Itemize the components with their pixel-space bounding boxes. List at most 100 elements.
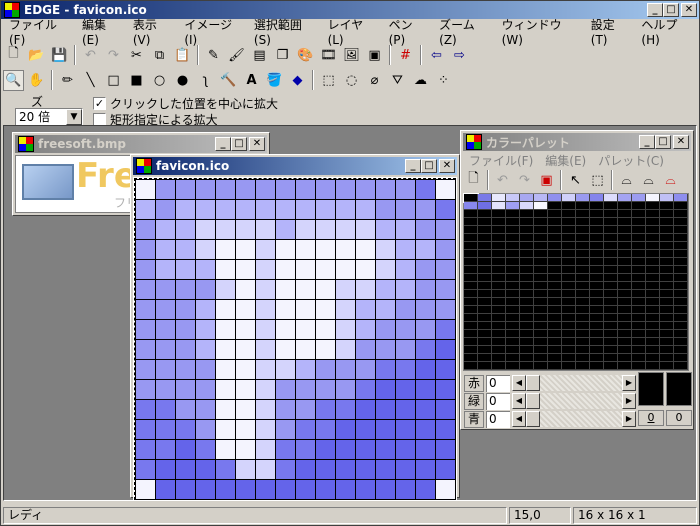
pixel-cell[interactable]: [376, 180, 396, 200]
palette-swatch[interactable]: [632, 306, 646, 314]
pixel-cell[interactable]: [296, 320, 316, 340]
palette-swatch[interactable]: [534, 218, 548, 226]
palette-swatch[interactable]: [548, 210, 562, 218]
palette-swatch[interactable]: [492, 338, 506, 346]
pixel-cell[interactable]: [336, 340, 356, 360]
palette-swatch[interactable]: [576, 330, 590, 338]
palette-swatch[interactable]: [506, 218, 520, 226]
palette-swatch[interactable]: [520, 274, 534, 282]
pixel-cell[interactable]: [236, 360, 256, 380]
palette-swatch[interactable]: [618, 282, 632, 290]
palette-swatch[interactable]: [506, 330, 520, 338]
palette-swatch[interactable]: [674, 234, 688, 242]
pencil-tool-icon[interactable]: ✏: [57, 70, 78, 91]
palette-swatch[interactable]: [604, 274, 618, 282]
palette-swatch[interactable]: [562, 338, 576, 346]
fill-tool-icon[interactable]: ◆: [287, 70, 308, 91]
pixel-cell[interactable]: [196, 280, 216, 300]
pixel-cell[interactable]: [376, 400, 396, 420]
palette-swatch[interactable]: [632, 250, 646, 258]
palette-swatch[interactable]: [534, 242, 548, 250]
palette-swatch[interactable]: [562, 322, 576, 330]
pixel-cell[interactable]: [256, 380, 276, 400]
palette-swatch[interactable]: [632, 330, 646, 338]
palette-new-icon[interactable]: 🗋: [463, 170, 484, 191]
palette-swatch[interactable]: [576, 354, 590, 362]
palette-swatch[interactable]: [506, 346, 520, 354]
preview-icon[interactable]: ▣: [364, 45, 385, 66]
text-tool-icon[interactable]: A: [241, 70, 262, 91]
pixel-cell[interactable]: [396, 460, 416, 480]
palette-swatch[interactable]: [548, 362, 562, 370]
pixel-cell[interactable]: [436, 380, 456, 400]
palette-swatch[interactable]: [492, 354, 506, 362]
palette-swatch[interactable]: [562, 242, 576, 250]
pixel-cell[interactable]: [336, 200, 356, 220]
pixel-cell[interactable]: [376, 320, 396, 340]
favicon-close-button[interactable]: ✕: [439, 159, 455, 173]
pixel-cell[interactable]: [276, 200, 296, 220]
pixel-cell[interactable]: [216, 260, 236, 280]
pixel-cell[interactable]: [156, 280, 176, 300]
palette-swatch[interactable]: [590, 194, 604, 202]
palette-swatch[interactable]: [548, 250, 562, 258]
palette-swatch[interactable]: [562, 306, 576, 314]
palette-swatch[interactable]: [492, 362, 506, 370]
pixel-cell[interactable]: [136, 340, 156, 360]
pixel-cell[interactable]: [136, 280, 156, 300]
palette-swatch[interactable]: [576, 362, 590, 370]
palette-swatch[interactable]: [548, 282, 562, 290]
pixel-cell[interactable]: [276, 400, 296, 420]
pixel-cell[interactable]: [416, 460, 436, 480]
palette-swatch[interactable]: [562, 202, 576, 210]
pixel-cell[interactable]: [416, 340, 436, 360]
pixel-cell[interactable]: [296, 440, 316, 460]
pixel-cell[interactable]: [236, 180, 256, 200]
pixel-cell[interactable]: [316, 480, 336, 500]
palette-swatch[interactable]: [478, 362, 492, 370]
pixel-cell[interactable]: [156, 220, 176, 240]
palette-swatch[interactable]: [674, 274, 688, 282]
palette-swatch[interactable]: [618, 194, 632, 202]
pixel-cell[interactable]: [296, 340, 316, 360]
layers-icon[interactable]: ❐: [272, 45, 293, 66]
palette-swatch[interactable]: [604, 242, 618, 250]
palette-swatch[interactable]: [520, 346, 534, 354]
palette-swatch[interactable]: [632, 226, 646, 234]
palette-swatch[interactable]: [548, 218, 562, 226]
pixel-cell[interactable]: [376, 420, 396, 440]
palette-swatch[interactable]: [618, 354, 632, 362]
pixel-cell[interactable]: [236, 260, 256, 280]
palette-swatch[interactable]: [646, 330, 660, 338]
palette-swatch[interactable]: [478, 274, 492, 282]
palette-swatch[interactable]: [464, 306, 478, 314]
pixel-cell[interactable]: [156, 380, 176, 400]
palette-swatch[interactable]: [674, 282, 688, 290]
palette-swatch[interactable]: [548, 226, 562, 234]
undo-icon[interactable]: ↶: [80, 45, 101, 66]
pixel-cell[interactable]: [376, 480, 396, 500]
palette-swatch[interactable]: [646, 338, 660, 346]
pixel-cell[interactable]: [376, 240, 396, 260]
palette-swatch[interactable]: [576, 338, 590, 346]
pixel-cell[interactable]: [136, 420, 156, 440]
palette-swatch[interactable]: [604, 330, 618, 338]
palette-swatch[interactable]: [576, 250, 590, 258]
pixel-cell[interactable]: [416, 300, 436, 320]
pixel-cell[interactable]: [316, 180, 336, 200]
pixel-cell[interactable]: [176, 280, 196, 300]
palette-swatch[interactable]: [478, 194, 492, 202]
pixel-cell[interactable]: [376, 200, 396, 220]
pixel-cell[interactable]: [296, 300, 316, 320]
palette-swatch[interactable]: [576, 322, 590, 330]
pixel-cell[interactable]: [136, 240, 156, 260]
pixel-cell[interactable]: [216, 420, 236, 440]
palette-swatch[interactable]: [618, 242, 632, 250]
palette-swatch[interactable]: [562, 250, 576, 258]
palette-swatch[interactable]: [478, 330, 492, 338]
palette-swatch[interactable]: [632, 194, 646, 202]
green-left-arrow-icon[interactable]: ◀: [512, 393, 526, 409]
zoom-select[interactable]: 20 倍 ▼: [15, 108, 83, 126]
palette-swatch[interactable]: [674, 306, 688, 314]
favicon-titlebar[interactable]: favicon.ico _ □ ✕: [133, 157, 457, 175]
